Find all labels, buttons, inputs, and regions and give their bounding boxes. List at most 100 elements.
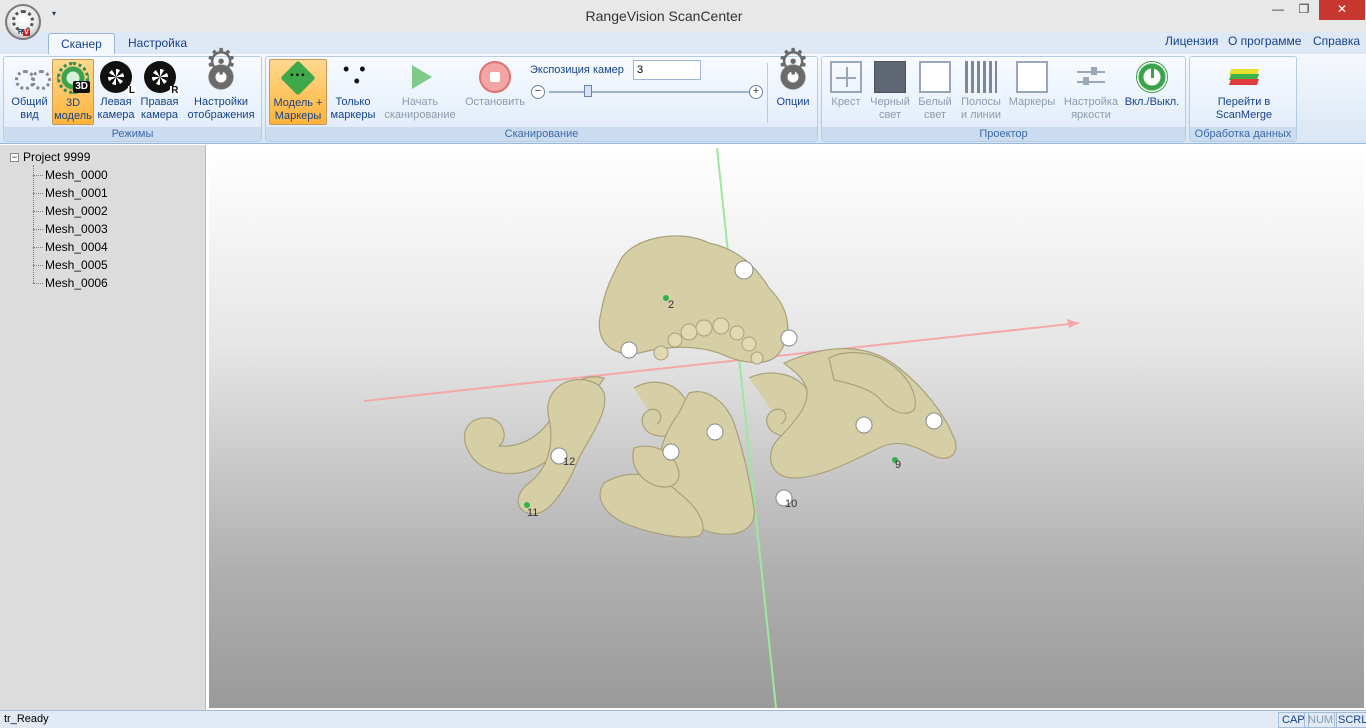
button-label: Черный — [870, 96, 910, 108]
projector-power-button[interactable]: Вкл./Выкл. — [1122, 59, 1182, 125]
button-label: Полосы — [961, 96, 1001, 108]
stripes-lines-button[interactable]: Полосы и линии — [958, 59, 1004, 125]
maximize-button[interactable]: ❐ — [1293, 0, 1315, 20]
scene-canvas[interactable]: 2 12 9 11 10 — [209, 148, 1364, 708]
gear-icon — [777, 55, 809, 93]
button-label: Настройка — [1063, 96, 1119, 108]
button-label: Настройки — [194, 96, 248, 108]
3d-viewport[interactable]: 2 12 9 11 10 — [209, 148, 1364, 708]
marker-point — [855, 416, 873, 434]
marker-label: 9 — [895, 459, 901, 471]
markers-dots-icon — [337, 61, 369, 93]
group-label: Сканирование — [266, 127, 817, 141]
camera-badge: R — [170, 85, 180, 96]
tree-item-mesh[interactable]: Mesh_0004 — [45, 240, 108, 254]
play-icon — [404, 61, 436, 93]
3d-model-icon: 3D — [57, 62, 90, 94]
marker-point — [734, 260, 754, 280]
3d-model-button[interactable]: 3D 3D модель — [52, 59, 94, 125]
tree-item-mesh[interactable]: Mesh_0002 — [45, 204, 108, 218]
marker-label: 11 — [527, 507, 538, 519]
button-label: и линии — [960, 109, 1002, 121]
marker-point — [620, 341, 638, 359]
gear-icon — [205, 55, 237, 93]
button-label: Перейти в — [1217, 96, 1271, 108]
tree-item-mesh[interactable]: Mesh_0006 — [45, 276, 108, 290]
group-label: Обработка данных — [1190, 127, 1296, 141]
sliders-icon — [1075, 61, 1107, 93]
left-camera-icon: L — [100, 61, 136, 96]
num-lock-indicator: NUM — [1304, 712, 1338, 728]
model-markers-button[interactable]: Модель + Маркеры — [269, 59, 327, 125]
tab-scanner[interactable]: Сканер — [48, 33, 115, 54]
button-label: Общий — [11, 96, 48, 108]
crosshair-icon — [830, 61, 862, 93]
cameras-overview-icon — [14, 61, 51, 93]
white-light-button[interactable]: Белый свет — [914, 59, 956, 125]
options-button[interactable]: Опции — [770, 55, 816, 125]
marker-point — [662, 443, 680, 461]
button-label: вид — [20, 109, 39, 121]
power-icon — [1136, 61, 1168, 93]
logo-badge: V — [23, 29, 30, 36]
go-to-scanmerge-button[interactable]: Перейти в ScanMerge — [1204, 59, 1284, 125]
exposure-slider-track[interactable] — [549, 91, 749, 93]
button-label: Правая — [140, 96, 179, 108]
black-light-button[interactable]: Черный свет — [868, 59, 912, 125]
start-scan-button[interactable]: Начать сканирование — [380, 59, 460, 125]
cross-button[interactable]: Крест — [826, 59, 866, 125]
button-label: Белый — [918, 96, 952, 108]
button-label: модель — [54, 110, 92, 122]
data-processing-group: Перейти в ScanMerge Обработка данных — [1189, 56, 1297, 142]
display-settings-button[interactable]: Настройки отображения — [182, 55, 260, 125]
status-text: tr_Ready — [4, 713, 49, 725]
left-camera-button[interactable]: L Левая камера — [95, 59, 137, 125]
exposure-label: Экспозиция камер — [530, 64, 624, 76]
projector-markers-button[interactable]: Маркеры — [1006, 59, 1058, 125]
right-camera-button[interactable]: R Правая камера — [137, 59, 182, 125]
marker-point — [706, 423, 724, 441]
overview-button[interactable]: Общий вид — [7, 59, 52, 125]
tree-item-mesh[interactable]: Mesh_0005 — [45, 258, 108, 272]
button-label: камера — [97, 109, 135, 121]
application-menu-button[interactable]: RV — [5, 4, 41, 40]
marker-point — [925, 412, 943, 430]
exposure-slider-thumb[interactable] — [584, 85, 592, 97]
marker-point — [780, 329, 798, 347]
title-bar: ▾ RangeVision ScanCenter — ❐ ✕ — [0, 0, 1366, 32]
scroll-lock-indicator: SCRL — [1334, 712, 1366, 728]
tree-item-mesh[interactable]: Mesh_0001 — [45, 186, 108, 200]
tab-settings[interactable]: Настройка — [116, 33, 199, 54]
exposure-decrease-button[interactable]: − — [531, 85, 545, 99]
white-square-icon — [919, 61, 951, 93]
button-label: маркеры — [330, 109, 376, 121]
button-label: ScanMerge — [1215, 109, 1273, 121]
collapse-icon[interactable]: − — [10, 153, 19, 162]
separator — [767, 63, 768, 123]
tree-root[interactable]: − Project 9999 — [10, 150, 90, 164]
help-link[interactable]: Справка — [1313, 34, 1360, 48]
license-link[interactable]: Лицензия — [1165, 34, 1218, 48]
projector-group: Крест Черный свет Белый свет Полосы и ли… — [821, 56, 1186, 142]
button-label: Опции — [776, 96, 810, 108]
3d-badge: 3D — [73, 81, 90, 93]
stripes-icon — [965, 61, 997, 93]
markers-only-button[interactable]: Только маркеры — [328, 59, 378, 125]
close-button[interactable]: ✕ — [1319, 0, 1365, 20]
minimize-button[interactable]: — — [1267, 0, 1289, 20]
marker-label: 12 — [563, 456, 575, 468]
button-label: Маркеры — [274, 110, 322, 122]
exposure-input[interactable] — [633, 60, 701, 80]
button-label: Модель + — [273, 97, 323, 109]
tree-item-mesh[interactable]: Mesh_0000 — [45, 168, 108, 182]
brightness-settings-button[interactable]: Настройка яркости — [1060, 59, 1122, 125]
exposure-increase-button[interactable]: + — [749, 85, 763, 99]
button-label: отображения — [187, 109, 255, 121]
tree-item-mesh[interactable]: Mesh_0003 — [45, 222, 108, 236]
stop-scan-button[interactable]: Остановить — [461, 59, 529, 125]
about-link[interactable]: О программе — [1228, 34, 1301, 48]
scanned-ornament-model — [463, 235, 957, 538]
button-label: камера — [140, 109, 179, 121]
button-label: свет — [878, 109, 901, 121]
button-label: свет — [923, 109, 946, 121]
